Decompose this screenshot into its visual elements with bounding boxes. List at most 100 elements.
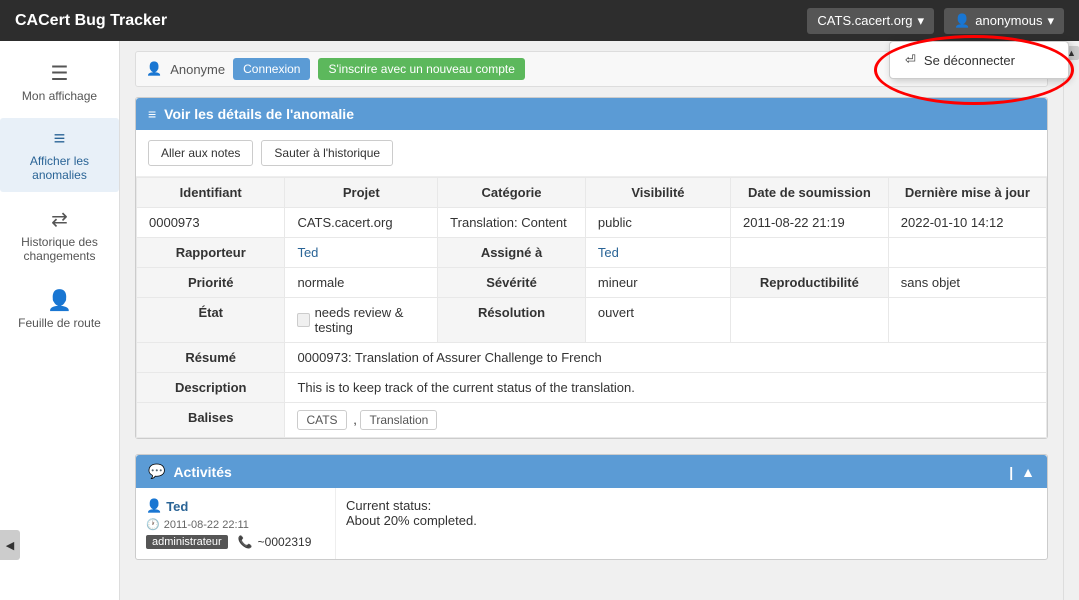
sidebar-item-afficher-anomalies[interactable]: ≡ Afficher les anomalies <box>0 118 119 192</box>
table-row-priorite: Priorité normale Sévérité mineur Reprodu… <box>137 268 1047 298</box>
label-resolution: Résolution <box>438 298 586 343</box>
label-resume: Résumé <box>137 343 285 373</box>
sidebar-label-afficher-anomalies: Afficher les anomalies <box>5 154 114 182</box>
cats-chevron-icon: ▾ <box>918 13 925 29</box>
sidebar-item-historique[interactable]: ⇄ Historique des changements <box>0 197 119 273</box>
rapporteur-link[interactable]: Ted <box>297 245 318 260</box>
anon-icon: 👤 <box>954 13 970 29</box>
table-row-balises: Balises CATS , Translation <box>137 403 1047 438</box>
status-dot <box>297 313 309 327</box>
sidebar-item-mon-affichage[interactable]: ☰ Mon affichage <box>0 51 119 113</box>
activity-role-badge: administrateur <box>146 535 228 549</box>
value-balises: CATS , Translation <box>285 403 1047 438</box>
scrollbar[interactable]: ▲ <box>1063 41 1079 600</box>
empty-cell-2 <box>888 238 1046 268</box>
cell-visibilite: public <box>585 208 730 238</box>
activities-icon: 💬 <box>148 463 165 480</box>
value-reproductibilite: sans objet <box>888 268 1046 298</box>
activity-phone-icon: 📞 <box>238 535 253 549</box>
main-layout: ☰ Mon affichage ≡ Afficher les anomalies… <box>0 41 1079 600</box>
logout-label: Se déconnecter <box>924 53 1015 68</box>
value-severite: mineur <box>585 268 730 298</box>
activities-header-right: | ▲ <box>1009 464 1035 480</box>
label-reproductibilite: Reproductibilité <box>731 268 889 298</box>
collapse-icon: ◀ <box>6 539 14 552</box>
history-icon: ⇄ <box>51 207 68 232</box>
issue-detail-panel: ≡ Voir les détails de l'anomalie Aller a… <box>135 97 1048 439</box>
table-row: 0000973 CATS.cacert.org Translation: Con… <box>137 208 1047 238</box>
sidebar-collapse-button[interactable]: ◀ <box>0 530 20 560</box>
activity-link[interactable]: ~0002319 <box>258 535 312 549</box>
goto-notes-button[interactable]: Aller aux notes <box>148 140 253 166</box>
anon-text: Anonyme <box>170 62 225 77</box>
col-visibilite: Visibilité <box>585 178 730 208</box>
activity-user-icon: 👤 <box>146 498 162 514</box>
table-row-rapporteur: Rapporteur Ted Assigné à Ted <box>137 238 1047 268</box>
dashboard-icon: ☰ <box>51 61 69 86</box>
logout-dropdown: ⏎ Se déconnecter <box>889 41 1069 79</box>
table-row-etat: État needs review & testing Résolution o… <box>137 298 1047 343</box>
activities-panel: 💬 Activités | ▲ 👤 Ted 🕐 2011-08-22 2 <box>135 454 1048 560</box>
value-priorite: normale <box>285 268 438 298</box>
anon-dropdown[interactable]: 👤 anonymous ▾ <box>944 8 1064 34</box>
label-description: Description <box>137 373 285 403</box>
activity-user: 👤 Ted <box>146 498 325 514</box>
value-assigne: Ted <box>585 238 730 268</box>
cell-date: 2011-08-22 21:19 <box>731 208 889 238</box>
logout-button[interactable]: ⏎ Se déconnecter <box>890 42 1068 78</box>
tag-cats[interactable]: CATS <box>297 410 346 430</box>
assigne-link[interactable]: Ted <box>598 245 619 260</box>
cats-dropdown[interactable]: CATS.cacert.org ▾ <box>807 8 934 34</box>
value-rapporteur: Ted <box>285 238 438 268</box>
table-row-description: Description This is to keep track of the… <box>137 373 1047 403</box>
activity-clock-icon: 🕐 <box>146 518 160 531</box>
cell-id: 0000973 <box>137 208 285 238</box>
col-projet: Projet <box>285 178 438 208</box>
tag-translation[interactable]: Translation <box>360 410 437 430</box>
anon-dropdown-label: anonymous <box>975 13 1042 28</box>
cats-dropdown-label: CATS.cacert.org <box>817 13 912 28</box>
label-etat: État <box>137 298 285 343</box>
collapse-activities-icon[interactable]: ▲ <box>1021 464 1035 480</box>
panel-header-icon: ≡ <box>148 106 156 122</box>
goto-history-button[interactable]: Sauter à l'historique <box>261 140 393 166</box>
issue-panel-header: ≡ Voir les détails de l'anomalie <box>136 98 1047 130</box>
tag-separator: , <box>353 412 357 427</box>
value-resume: 0000973: Translation of Assurer Challeng… <box>285 343 1047 373</box>
empty-cell-3 <box>731 298 889 343</box>
sidebar-label-mon-affichage: Mon affichage <box>22 89 97 103</box>
col-date-soumission: Date de soumission <box>731 178 889 208</box>
activity-date-value: 2011-08-22 22:11 <box>164 519 249 531</box>
activities-panel-header: 💬 Activités | ▲ <box>136 455 1047 488</box>
list-icon: ≡ <box>54 128 66 151</box>
activity-role-row: administrateur 📞 ~0002319 <box>146 535 325 549</box>
activity-line2: About 20% completed. <box>346 513 1037 528</box>
cell-projet: CATS.cacert.org <box>285 208 438 238</box>
value-resolution: ouvert <box>585 298 730 343</box>
activity-user-col: 👤 Ted 🕐 2011-08-22 22:11 administrateur … <box>136 488 336 559</box>
navbar-right: CATS.cacert.org ▾ 👤 anonymous ▾ <box>807 8 1064 34</box>
action-buttons: Aller aux notes Sauter à l'historique <box>136 130 1047 177</box>
value-etat: needs review & testing <box>285 298 438 343</box>
connexion-button[interactable]: Connexion <box>233 58 310 80</box>
sidebar-label-feuille-route: Feuille de route <box>18 316 101 330</box>
sidebar-item-feuille-route[interactable]: 👤 Feuille de route <box>0 278 119 340</box>
sidebar: ☰ Mon affichage ≡ Afficher les anomalies… <box>0 41 120 600</box>
navbar: CACert Bug Tracker CATS.cacert.org ▾ 👤 a… <box>0 0 1079 41</box>
activity-line1: Current status: <box>346 498 1037 513</box>
issue-details-table: Identifiant Projet Catégorie Visibilité … <box>136 177 1047 438</box>
col-categorie: Catégorie <box>438 178 586 208</box>
cell-maj: 2022-01-10 14:12 <box>888 208 1046 238</box>
table-row-resume: Résumé 0000973: Translation of Assurer C… <box>137 343 1047 373</box>
label-assigne: Assigné à <box>438 238 586 268</box>
inscrire-button[interactable]: S'inscrire avec un nouveau compte <box>318 58 524 80</box>
col-identifiant: Identifiant <box>137 178 285 208</box>
label-balises: Balises <box>137 403 285 438</box>
activity-user-link[interactable]: Ted <box>166 499 188 514</box>
label-rapporteur: Rapporteur <box>137 238 285 268</box>
status-text: needs review & testing <box>315 305 426 335</box>
app-brand: CACert Bug Tracker <box>15 12 807 30</box>
roadmap-icon: 👤 <box>47 288 72 313</box>
pipe-separator: | <box>1009 464 1013 480</box>
activity-content: Current status: About 20% completed. <box>336 488 1047 559</box>
